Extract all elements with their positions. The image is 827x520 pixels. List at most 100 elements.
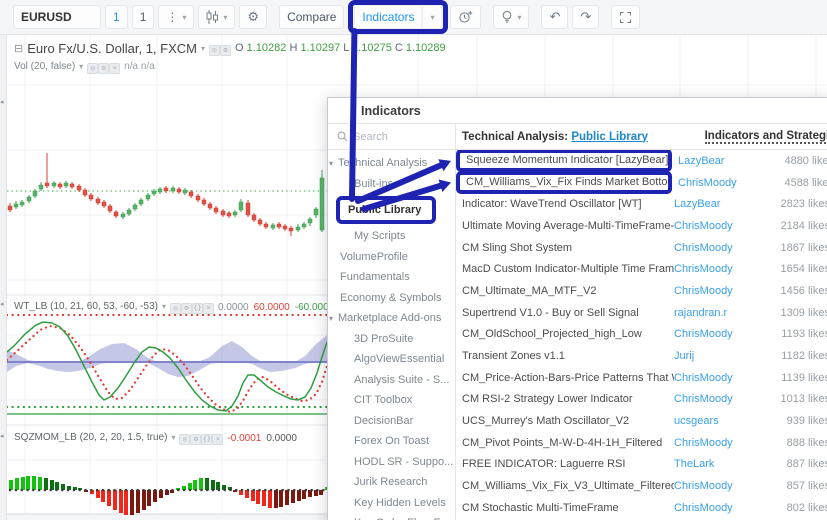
redo-button[interactable]: ↷: [572, 5, 600, 29]
indicator-row-cm-williams-vix-fix-finds-market-bottoms[interactable]: CM_Williams_Vix_Fix Finds Market Bottoms…: [456, 171, 827, 195]
indicator-row-cm-rsi-2-strategy-lower-indicator[interactable]: CM RSI-2 Strategy Lower Indicator ChrisMo…: [456, 389, 827, 411]
sidebar-item-volumeprofile[interactable]: VolumeProfile: [328, 247, 455, 268]
sidebar-item-algoviewessential[interactable]: AlgoViewEssential: [328, 349, 455, 370]
eye-icon[interactable]: ◎: [179, 434, 191, 445]
indicator-name[interactable]: MacD Custom Indicator-Multiple Time Fram…: [462, 263, 674, 275]
chevron-down-icon[interactable]: ▾: [162, 302, 166, 311]
panel-toggle-icon[interactable]: ◂: [0, 300, 4, 308]
indicator-name[interactable]: CM Sling Shot System: [462, 242, 674, 254]
indicator-name[interactable]: UCS_Murrey's Math Oscillator_V2: [462, 415, 674, 427]
indicator-name[interactable]: CM_OldSchool_Projected_high_Low: [462, 328, 674, 340]
author-link[interactable]: ChrisMoody: [678, 177, 770, 189]
search-input[interactable]: [353, 130, 438, 143]
source-icon[interactable]: {}: [191, 303, 203, 314]
sqzmom-label[interactable]: SQZMOM_LB (20, 2, 20, 1.5, true): [14, 432, 167, 443]
gear-icon[interactable]: ⚙: [220, 45, 231, 56]
author-link[interactable]: ucsgears: [674, 415, 766, 427]
author-link[interactable]: TheLark: [674, 458, 766, 470]
indicators-strategies-header[interactable]: Indicators and Strategies: [704, 130, 827, 144]
source-icon[interactable]: {}: [201, 434, 213, 445]
gear-icon[interactable]: ⚙: [180, 303, 192, 314]
author-link[interactable]: ChrisMoody: [674, 285, 766, 297]
close-icon[interactable]: ×: [202, 303, 214, 314]
gear-icon[interactable]: ⚙: [190, 434, 202, 445]
author-link[interactable]: LazyBear: [674, 198, 766, 210]
author-link[interactable]: Jurij: [674, 350, 766, 362]
interval-button[interactable]: 1: [131, 5, 155, 29]
indicator-name[interactable]: CM RSI-2 Strategy Lower Indicator: [462, 393, 674, 405]
collapsed-panel-strip[interactable]: ◂ ◂ ◂ ◂: [0, 0, 7, 520]
indicator-name[interactable]: CM_Williams_Vix_Fix_V3_Ultimate_Filtered…: [462, 480, 674, 492]
ideas-button[interactable]: ▾: [493, 5, 530, 29]
sidebar-item-hodl-sr-suppo[interactable]: HODL SR - Suppo...: [328, 452, 455, 473]
author-link[interactable]: ChrisMoody: [674, 220, 766, 232]
chevron-down-icon[interactable]: ▾: [171, 433, 175, 442]
eye-icon[interactable]: ◎: [169, 303, 181, 314]
sidebar-item-marketplace-add-ons[interactable]: ▾ Marketplace Add-ons: [328, 308, 455, 329]
sidebar-item-key-hidden-levels[interactable]: Key Hidden Levels: [328, 493, 455, 514]
sidebar-item-decisionbar[interactable]: DecisionBar: [328, 411, 455, 432]
gear-icon[interactable]: ⚙: [98, 63, 110, 74]
undo-button[interactable]: ↶: [541, 5, 569, 29]
public-library-link[interactable]: Public Library: [571, 131, 648, 143]
indicator-row-indicator-wavetrend-oscillator-wt[interactable]: Indicator: WaveTrend Oscillator [WT] Lazy…: [456, 193, 827, 215]
close-icon[interactable]: ×: [109, 63, 121, 74]
wt-label[interactable]: WT_LB (10, 21, 60, 53, -60, -53): [14, 301, 158, 312]
author-link[interactable]: LazyBear: [678, 155, 770, 167]
compare-button[interactable]: Compare: [279, 5, 345, 29]
author-link[interactable]: ChrisMoody: [674, 328, 766, 340]
symbol-title[interactable]: Euro Fx/U.S. Dollar, 1, FXCM: [27, 41, 197, 56]
indicator-row-cm-williams-vix-fix-v3-ultimate-filtered[interactable]: CM_Williams_Vix_Fix_V3_Ultimate_Filtered…: [456, 475, 827, 497]
indicator-name[interactable]: Indicator: WaveTrend Oscillator [WT]: [462, 198, 674, 210]
interval-button-active[interactable]: 1: [105, 5, 128, 29]
author-link[interactable]: ChrisMoody: [674, 263, 766, 275]
panel-toggle-icon[interactable]: ◂: [0, 432, 4, 440]
sidebar-item-jurik-research[interactable]: Jurik Research: [328, 472, 455, 493]
indicator-name[interactable]: Squeeze Momentum Indicator [LazyBear]: [456, 150, 672, 173]
indicator-row-cm-stochastic-multi-timeframe[interactable]: CM Stochastic Multi-TimeFrame ChrisMoody 8…: [456, 497, 827, 519]
indicator-row-cm-oldschool-projected-high-low[interactable]: CM_OldSchool_Projected_high_Low ChrisMood…: [456, 324, 827, 346]
sidebar-item-cit-toolbox[interactable]: CIT Toolbox: [328, 390, 455, 411]
alert-button[interactable]: [450, 5, 482, 29]
indicator-row-cm-price-action-bars-price-patterns-that[interactable]: CM_Price-Action-Bars-Price Patterns That…: [456, 367, 827, 389]
indicator-name[interactable]: CM Stochastic Multi-TimeFrame: [462, 502, 674, 514]
indicators-caret-button[interactable]: ▾: [422, 5, 443, 29]
sidebar-item-built-ins[interactable]: Built-ins: [328, 174, 455, 195]
indicator-row-supertrend-v1-0-buy-or-sell-signal[interactable]: Supertrend V1.0 - Buy or Sell Signal raja…: [456, 302, 827, 324]
author-link[interactable]: ChrisMoody: [674, 437, 766, 449]
symbol-search-button[interactable]: EURUSD: [13, 5, 101, 29]
author-link[interactable]: ChrisMoody: [674, 242, 766, 254]
author-link[interactable]: ChrisMoody: [674, 502, 766, 514]
indicator-name[interactable]: CM_Price-Action-Bars-Price Patterns That…: [462, 372, 674, 384]
sidebar-item-analysis-suite-s[interactable]: Analysis Suite - S...: [328, 370, 455, 391]
collapse-pane-icon[interactable]: ⊟: [14, 42, 23, 55]
eye-icon[interactable]: ◎: [209, 45, 220, 56]
indicator-name[interactable]: FREE INDICATOR: Laguerre RSI: [462, 458, 674, 470]
indicator-row-cm-sling-shot-system[interactable]: CM Sling Shot System ChrisMoody 1867 likes…: [456, 237, 827, 259]
indicators-button[interactable]: Indicators: [354, 5, 423, 29]
indicator-row-macd-custom-indicator-multiple-time-fram[interactable]: MacD Custom Indicator-Multiple Time Fram…: [456, 258, 827, 280]
chart-settings-button[interactable]: ⚙: [239, 5, 268, 29]
author-link[interactable]: ChrisMoody: [674, 393, 766, 405]
indicator-name[interactable]: Ultimate Moving Average-Multi-TimeFrame-…: [462, 220, 674, 232]
chart-style-button[interactable]: ▾: [198, 5, 236, 29]
sidebar-item-key-order-flow-e[interactable]: Key Order Flow E...: [328, 513, 455, 520]
indicator-row-cm-pivot-points-m-w-d-4h-1h-filtered[interactable]: CM_Pivot Points_M-W-D-4H-1H_Filtered Chri…: [456, 432, 827, 454]
eye-icon[interactable]: ◎: [87, 63, 99, 74]
indicator-name[interactable]: CM_Pivot Points_M-W-D-4H-1H_Filtered: [462, 437, 674, 449]
author-link[interactable]: ChrisMoody: [674, 480, 766, 492]
sidebar-item-3d-prosuite[interactable]: 3D ProSuite: [328, 329, 455, 350]
indicator-row-cm-ultimate-ma-mtf-v2[interactable]: CM_Ultimate_MA_MTF_V2 ChrisMoody 1456 like…: [456, 280, 827, 302]
indicator-row-free-indicator-laguerre-rsi[interactable]: FREE INDICATOR: Laguerre RSI TheLark 887 l…: [456, 454, 827, 476]
sidebar-item-forex-on-toast[interactable]: Forex On Toast: [328, 431, 455, 452]
author-link[interactable]: ChrisMoody: [674, 372, 766, 384]
indicator-row-ultimate-moving-average-multi-timeframe-[interactable]: Ultimate Moving Average-Multi-TimeFrame-…: [456, 215, 827, 237]
indicator-name[interactable]: Supertrend V1.0 - Buy or Sell Signal: [462, 307, 674, 319]
indicator-name[interactable]: Transient Zones v1.1: [462, 350, 674, 362]
indicator-name[interactable]: CM_Ultimate_MA_MTF_V2: [462, 285, 674, 297]
indicator-row-squeeze-momentum-indicator-lazybear[interactable]: Squeeze Momentum Indicator [LazyBear] Laz…: [456, 150, 827, 173]
author-link[interactable]: rajandran.r: [674, 307, 766, 319]
sidebar-item-my-scripts[interactable]: My Scripts: [328, 226, 455, 247]
sidebar-item-fundamentals[interactable]: Fundamentals: [328, 267, 455, 288]
chevron-down-icon[interactable]: ▾: [201, 44, 205, 53]
